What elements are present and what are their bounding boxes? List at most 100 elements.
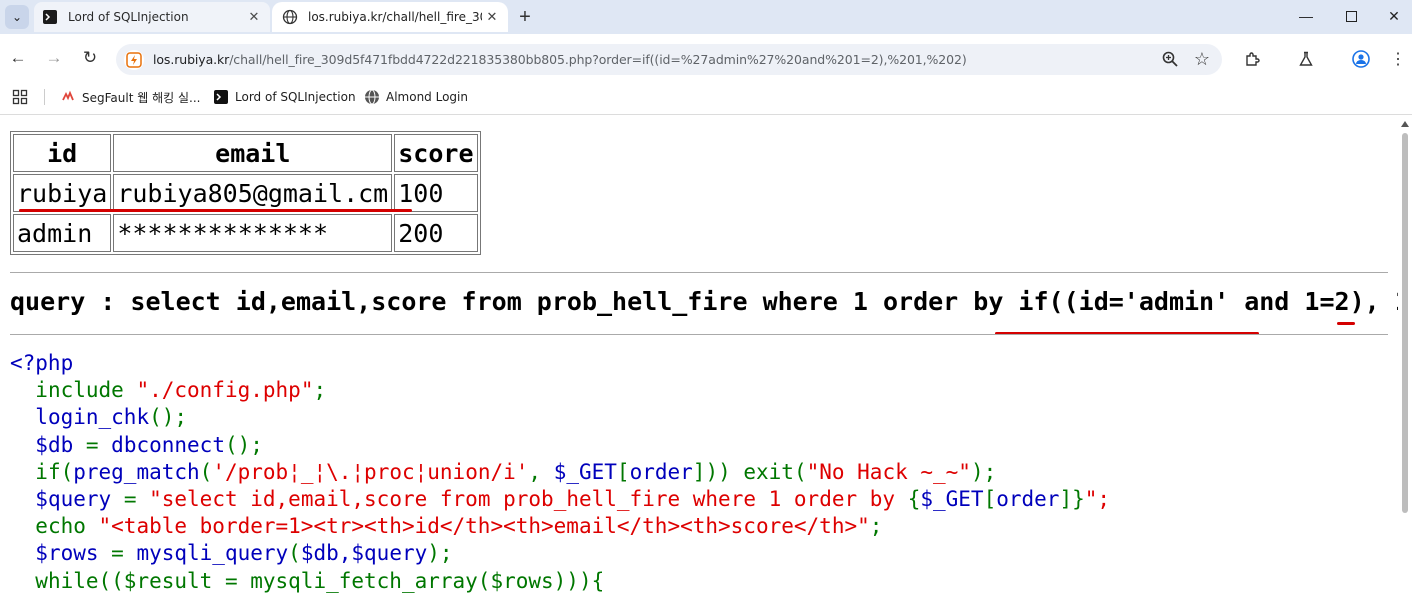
scroll-up-icon[interactable] bbox=[1401, 121, 1409, 127]
minimize-icon[interactable]: — bbox=[1282, 0, 1330, 32]
code-token: "No Hack ~_~" bbox=[806, 459, 971, 484]
code-token: ( bbox=[288, 541, 301, 566]
column-header-email: email bbox=[113, 134, 393, 172]
code-token: ); bbox=[970, 459, 997, 484]
divider-bottom bbox=[10, 334, 1388, 335]
code-token: $db,$query bbox=[300, 541, 428, 566]
code-token: $_GET bbox=[920, 487, 984, 512]
zoom-icon[interactable] bbox=[1158, 47, 1182, 71]
bookmark-almond-login[interactable]: Almond Login bbox=[364, 88, 468, 106]
code-token: = bbox=[111, 541, 137, 566]
code-token: $rows bbox=[35, 541, 112, 566]
code-token: dbconnect bbox=[111, 432, 225, 457]
bookmarks-bar bbox=[0, 82, 1412, 115]
code-token: $_GET bbox=[553, 459, 617, 484]
code-token: ]} bbox=[1059, 487, 1085, 512]
globe-icon bbox=[282, 9, 298, 25]
code-token: $query bbox=[35, 487, 124, 512]
code-token: $db bbox=[35, 432, 86, 457]
code-token: mysqli_query bbox=[136, 541, 289, 566]
close-icon[interactable]: ✕ bbox=[482, 7, 502, 27]
more-menu-icon[interactable]: ⋮ bbox=[1386, 47, 1410, 71]
code-token: include bbox=[35, 378, 137, 403]
code-token: ( bbox=[199, 459, 213, 484]
page-content: id email score rubiya rubiya805@gmail.cm… bbox=[0, 117, 1412, 593]
bookmark-label: Lord of SQLInjection bbox=[235, 90, 356, 104]
back-icon[interactable]: ← bbox=[6, 46, 30, 70]
column-header-id: id bbox=[13, 134, 112, 172]
new-tab-button[interactable]: + bbox=[513, 5, 537, 29]
globe-icon bbox=[364, 89, 380, 105]
bookmark-lord-of-sqlinjection[interactable]: Lord of SQLInjection bbox=[213, 88, 356, 106]
code-token: (); bbox=[224, 432, 263, 457]
code-token: "<table border=1><tr><th>id</th><th>emai… bbox=[98, 514, 870, 539]
bookmark-segfault[interactable]: SegFault 웹 해킹 실... bbox=[60, 88, 200, 106]
close-icon[interactable]: ✕ bbox=[244, 7, 264, 27]
code-token: "; bbox=[1084, 487, 1111, 512]
reload-icon[interactable]: ↻ bbox=[78, 46, 102, 70]
code-token: "./config.php" bbox=[136, 378, 314, 403]
cell-score: 100 bbox=[394, 174, 478, 212]
tab-search-button[interactable]: ⌄ bbox=[5, 5, 29, 29]
bookmark-label: Almond Login bbox=[386, 90, 468, 104]
code-line-9: while(($result = mysqli_fetch_array($row… bbox=[35, 568, 605, 593]
query-text: query : select id,email,score from prob_… bbox=[10, 287, 1412, 316]
code-token: = bbox=[123, 487, 150, 512]
forward-icon[interactable]: → bbox=[42, 46, 66, 70]
code-token: [ bbox=[983, 487, 997, 512]
cell-email: rubiya805@gmail.cm bbox=[113, 174, 393, 212]
scrollbar-thumb[interactable] bbox=[1402, 133, 1408, 513]
bookmark-star-icon[interactable]: ☆ bbox=[1190, 47, 1214, 71]
cell-email: ************** bbox=[113, 214, 393, 252]
code-token: = bbox=[85, 432, 112, 457]
maximize-icon[interactable] bbox=[1327, 0, 1375, 32]
vertical-scrollbar[interactable] bbox=[1398, 117, 1412, 582]
extensions-icon[interactable] bbox=[1240, 47, 1264, 71]
column-header-score: score bbox=[394, 134, 478, 172]
bookmarks-divider bbox=[44, 89, 45, 105]
cell-id: rubiya bbox=[13, 174, 112, 212]
code-token: [ bbox=[616, 459, 630, 484]
divider-top bbox=[10, 272, 1388, 273]
code-token: ); bbox=[427, 541, 453, 566]
tab-lord-of-sqlinjection[interactable]: Lord of SQLInjection ✕ bbox=[34, 2, 270, 32]
labs-flask-icon[interactable] bbox=[1294, 47, 1318, 71]
result-table: id email score rubiya rubiya805@gmail.cm… bbox=[10, 131, 481, 255]
code-token: "select id,email,score from prob_hell_fi… bbox=[149, 487, 908, 512]
code-token: ; bbox=[869, 514, 883, 539]
code-token: login_chk bbox=[35, 405, 150, 430]
code-token: ])) exit( bbox=[692, 459, 807, 484]
code-token: if( bbox=[35, 459, 74, 484]
tab-title: los.rubiya.kr/chall/hell_fire_309 bbox=[308, 10, 482, 24]
profile-avatar-icon[interactable] bbox=[1349, 47, 1373, 71]
code-token: order bbox=[629, 459, 693, 484]
site-info-icon[interactable] bbox=[124, 50, 144, 70]
code-token: , bbox=[528, 459, 554, 484]
bookmark-label: SegFault 웹 해킹 실... bbox=[82, 90, 201, 105]
apps-icon[interactable] bbox=[12, 88, 28, 106]
close-window-icon[interactable]: ✕ bbox=[1370, 0, 1412, 32]
code-line-1: <?php bbox=[10, 351, 74, 375]
code-token: echo bbox=[35, 514, 99, 539]
code-token: order bbox=[996, 487, 1060, 512]
terminal-icon bbox=[42, 9, 58, 25]
segfault-icon bbox=[60, 89, 76, 105]
tab-hell-fire[interactable]: los.rubiya.kr/chall/hell_fire_309 ✕ bbox=[272, 2, 508, 32]
url-text[interactable]: los.rubiya.kr/chall/hell_fire_309d5f471f… bbox=[153, 52, 967, 67]
code-token: ; bbox=[313, 378, 327, 403]
code-token: { bbox=[907, 487, 921, 512]
table-row: rubiya rubiya805@gmail.cm 100 bbox=[13, 174, 478, 212]
table-row: admin ************** 200 bbox=[13, 214, 478, 252]
cell-id: admin bbox=[13, 214, 112, 252]
terminal-icon bbox=[213, 89, 229, 105]
annotation-underline-rubiya-row bbox=[19, 209, 412, 212]
url-path: /chall/hell_fire_309d5f471fbdd4722d22183… bbox=[229, 52, 967, 67]
tab-title: Lord of SQLInjection bbox=[68, 10, 189, 24]
tab-strip: ⌄ Lord of SQLInjection ✕ los.rubiya.kr/c… bbox=[0, 0, 1412, 34]
code-token: preg_match bbox=[73, 459, 200, 484]
php-source-code: <?php include "./config.php"; login_chk(… bbox=[10, 350, 1110, 595]
chevron-down-icon: ⌄ bbox=[11, 10, 23, 24]
code-token: (); bbox=[149, 405, 188, 430]
url-host: los.rubiya.kr bbox=[153, 52, 230, 67]
code-token: '/prob¦_¦\.¦proc¦union/i' bbox=[212, 459, 529, 484]
